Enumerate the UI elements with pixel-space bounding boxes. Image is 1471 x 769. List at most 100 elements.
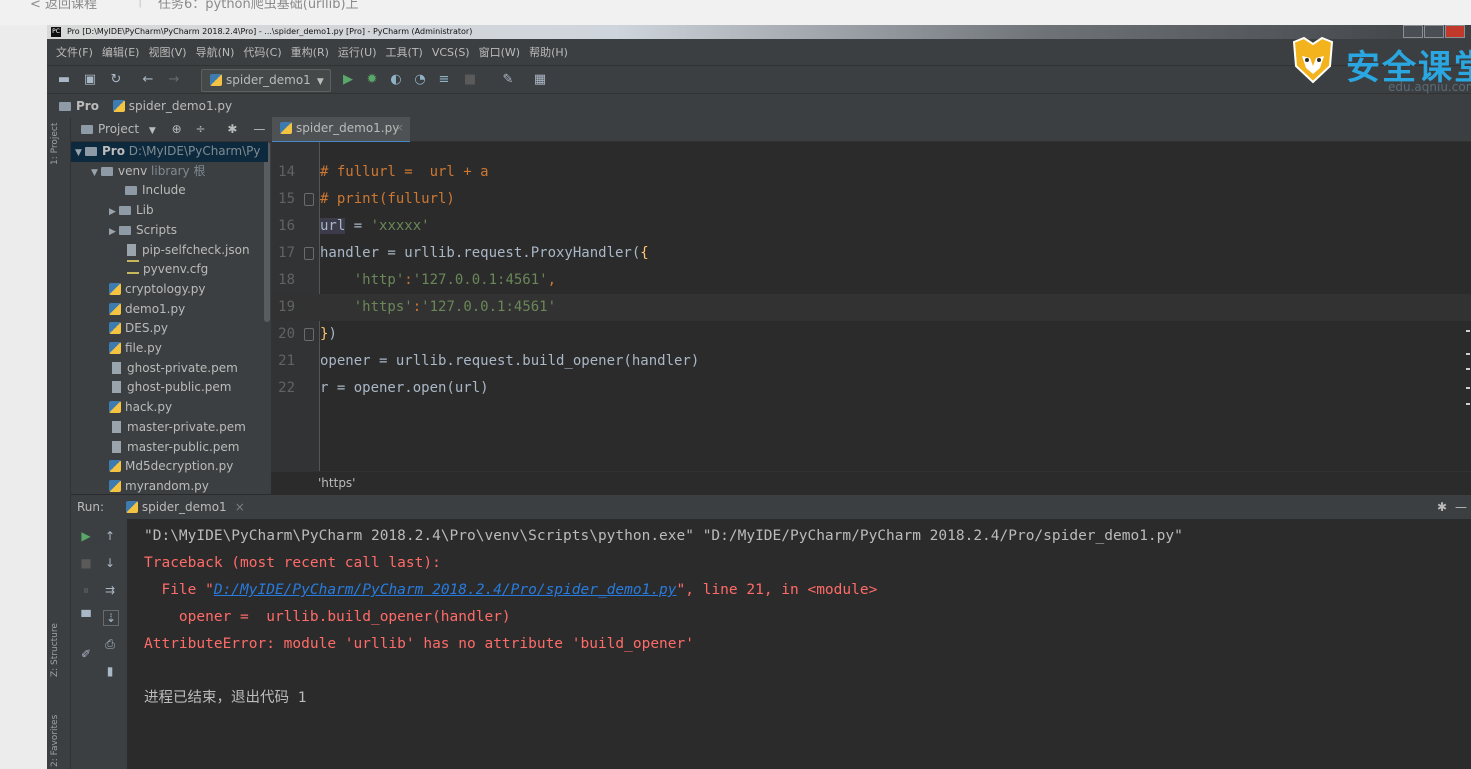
menu-file[interactable]: 文件(F) bbox=[56, 46, 93, 59]
code-text: 'http':'127.0.0.1:4561', bbox=[353, 272, 557, 288]
code-line: 21 opener = urllib.request.build_opener(h… bbox=[271, 348, 1471, 375]
menu-window[interactable]: 窗口(W) bbox=[479, 46, 520, 59]
project-structure-icon[interactable]: ▦ bbox=[533, 73, 547, 87]
pause-icon[interactable]: ⏸ bbox=[79, 583, 93, 597]
save-icon[interactable]: ▣ bbox=[83, 73, 97, 87]
back-icon[interactable]: ← bbox=[141, 73, 155, 87]
hide-panel-icon[interactable]: — bbox=[253, 122, 265, 136]
concurrency-icon[interactable]: ≡ bbox=[437, 73, 451, 87]
code-editor[interactable]: 14 # fullurl = url + a 15 # print(fullurl)… bbox=[271, 142, 1471, 471]
menu-refactor[interactable]: 重构(R) bbox=[291, 46, 329, 59]
tree-item-myrandom[interactable]: myrandom.py bbox=[109, 477, 209, 494]
tree-item-md5decryption[interactable]: Md5decryption.py bbox=[109, 457, 233, 477]
back-to-course-link[interactable]: < 返回课程 bbox=[30, 0, 97, 12]
locate-icon[interactable]: ⊕ bbox=[172, 122, 182, 136]
structure-tool-tab[interactable]: Z: Structure bbox=[50, 623, 60, 677]
project-view-selector[interactable]: Project bbox=[98, 122, 139, 136]
fold-marker-icon[interactable] bbox=[304, 328, 314, 341]
menu-run[interactable]: 运行(U) bbox=[338, 46, 377, 59]
run-config-dropdown[interactable]: spider_demo1 ▼ bbox=[201, 69, 331, 92]
stripe-mark[interactable] bbox=[1466, 403, 1470, 405]
menu-vcs[interactable]: VCS(S) bbox=[432, 46, 470, 59]
tree-item-hack[interactable]: hack.py bbox=[109, 398, 172, 418]
up-arrow-icon[interactable]: ↑ bbox=[103, 529, 117, 543]
menu-code[interactable]: 代码(C) bbox=[243, 46, 281, 59]
editor-tab-spider-demo1[interactable]: spider_demo1.py × bbox=[272, 117, 410, 144]
divider: | bbox=[138, 0, 143, 8]
profile-icon[interactable]: ◔ bbox=[413, 73, 427, 87]
tree-item-label: Md5decryption.py bbox=[125, 459, 234, 474]
tree-root[interactable]: ▼ Pro D:\MyIDE\PyCharm\Py bbox=[71, 142, 268, 162]
run-config-name: spider_demo1 bbox=[226, 73, 311, 87]
run-tab[interactable]: spider_demo1 bbox=[142, 500, 227, 514]
breadcrumb-project[interactable]: Pro bbox=[76, 99, 99, 113]
tree-item-des[interactable]: DES.py bbox=[109, 319, 168, 339]
stop-icon[interactable]: ■ bbox=[463, 73, 477, 87]
project-tool-tab[interactable]: 1: Project bbox=[50, 123, 60, 165]
file-prefix: File " bbox=[144, 582, 214, 598]
folder-icon bbox=[101, 166, 113, 176]
sync-icon[interactable]: ↻ bbox=[109, 73, 123, 87]
fold-marker-icon[interactable] bbox=[304, 193, 314, 206]
stop-icon[interactable]: ■ bbox=[79, 556, 93, 570]
tree-item-lib[interactable]: ▶ Lib bbox=[109, 201, 154, 221]
run-console[interactable]: "D:\MyIDE\PyCharm\PyCharm 2018.2.4\Pro\v… bbox=[127, 519, 1471, 769]
down-arrow-icon[interactable]: ↓ bbox=[103, 556, 117, 570]
editor-tab-bar: spider_demo1.py × bbox=[271, 117, 1471, 144]
scroll-to-end-icon[interactable]: ⇣ bbox=[103, 610, 119, 626]
expanded-arrow-icon: ▼ bbox=[91, 167, 98, 178]
menu-help[interactable]: 帮助(H) bbox=[529, 46, 568, 59]
pycharm-window: PC Pro [D:\MyIDE\PyCharm\PyCharm 2018.2.… bbox=[47, 25, 1471, 769]
favorites-tool-tab[interactable]: 2: Favorites bbox=[50, 715, 60, 767]
tree-item-file[interactable]: file.py bbox=[109, 339, 162, 359]
text-file-icon bbox=[112, 381, 121, 394]
tree-item-master-public[interactable]: master-public.pem bbox=[112, 438, 240, 458]
stripe-mark[interactable] bbox=[1466, 330, 1470, 332]
trash-icon[interactable]: ▮ bbox=[103, 664, 117, 678]
console-command: "D:\MyIDE\PyCharm\PyCharm 2018.2.4\Pro\v… bbox=[144, 528, 1183, 544]
soft-wrap-icon[interactable]: ⇉ bbox=[103, 583, 117, 597]
stripe-mark[interactable] bbox=[1466, 387, 1470, 389]
tree-item-scripts[interactable]: ▶ Scripts bbox=[109, 221, 177, 241]
tree-item-master-private[interactable]: master-private.pem bbox=[112, 418, 246, 438]
tree-item-pip-selfcheck[interactable]: pip-selfcheck.json bbox=[127, 241, 250, 261]
layout-icon[interactable]: ▀ bbox=[79, 610, 93, 624]
chevron-down-icon[interactable]: ▼ bbox=[149, 126, 156, 136]
tree-item-ghost-public[interactable]: ghost-public.pem bbox=[112, 378, 231, 398]
gear-icon[interactable]: ✱ bbox=[1437, 495, 1447, 520]
tree-item-cryptology[interactable]: cryptology.py bbox=[109, 280, 206, 300]
tree-item-label: cryptology.py bbox=[125, 281, 206, 296]
tree-scrollbar[interactable] bbox=[264, 142, 270, 322]
pin-icon[interactable]: ✐ bbox=[79, 647, 93, 661]
tree-item-include[interactable]: Include bbox=[125, 181, 186, 201]
tree-item-ghost-private[interactable]: ghost-private.pem bbox=[112, 359, 238, 379]
menu-view[interactable]: 视图(V) bbox=[148, 46, 186, 59]
menu-tools[interactable]: 工具(T) bbox=[386, 46, 423, 59]
traceback-file-link[interactable]: D:/MyIDE/PyCharm/PyCharm 2018.2.4/Pro/sp… bbox=[214, 582, 677, 598]
menu-navigate[interactable]: 导航(N) bbox=[196, 46, 235, 59]
forward-icon[interactable]: → bbox=[167, 73, 181, 87]
stripe-mark[interactable] bbox=[1466, 353, 1470, 355]
menu-bar: 文件(F) 编辑(E) 视图(V) 导航(N) 代码(C) 重构(R) 运行(U) 工具(T)… bbox=[47, 39, 1471, 65]
breadcrumb-hint-bar: 'https' bbox=[271, 471, 1471, 495]
breadcrumb-file[interactable]: spider_demo1.py bbox=[129, 99, 232, 113]
tree-item-venv[interactable]: ▼ venv library 根 bbox=[91, 162, 205, 182]
menu-edit[interactable]: 编辑(E) bbox=[102, 46, 140, 59]
collapse-icon[interactable]: ÷ bbox=[196, 122, 206, 136]
tree-item-pyvenv[interactable]: pyvenv.cfg bbox=[127, 260, 208, 280]
run-icon[interactable]: ▶ bbox=[341, 73, 355, 87]
root-path: D:\MyIDE\PyCharm\Py bbox=[128, 144, 261, 158]
close-tab-icon[interactable]: × bbox=[395, 117, 404, 139]
stripe-mark[interactable] bbox=[1466, 368, 1470, 370]
tree-item-demo1[interactable]: demo1.py bbox=[109, 300, 185, 320]
fold-marker-icon[interactable] bbox=[304, 247, 314, 260]
gear-icon[interactable]: ✱ bbox=[227, 122, 237, 136]
rerun-icon[interactable]: ▶ bbox=[79, 529, 93, 543]
close-tab-icon[interactable]: × bbox=[235, 500, 245, 514]
debug-icon[interactable]: ✹ bbox=[365, 73, 379, 87]
hide-panel-icon[interactable]: — bbox=[1455, 495, 1467, 520]
open-folder-icon[interactable]: ▬ bbox=[57, 73, 71, 87]
print-icon[interactable]: ⎙ bbox=[103, 637, 117, 651]
coverage-icon[interactable]: ◐ bbox=[389, 73, 403, 87]
settings-wrench-icon[interactable]: ✎ bbox=[501, 73, 515, 87]
